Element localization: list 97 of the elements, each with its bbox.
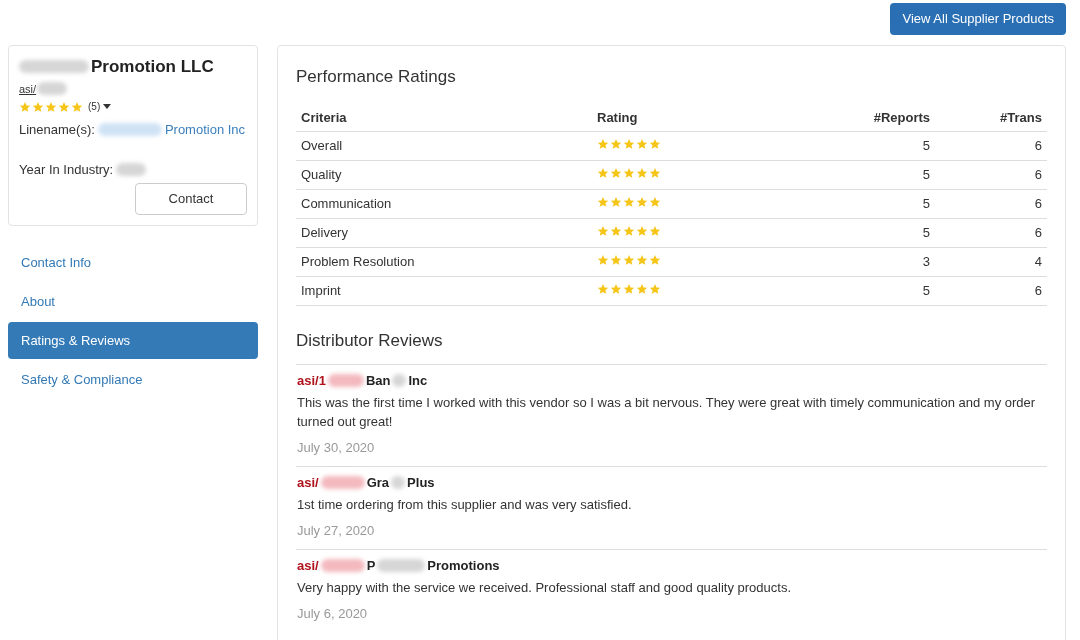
- star-icon: [623, 167, 635, 180]
- table-cell: 6: [935, 218, 1047, 248]
- table-cell: Problem Resolution: [296, 247, 592, 277]
- nav-item[interactable]: About: [8, 283, 258, 320]
- star-icon: [610, 196, 622, 209]
- reviewer-name: Plus: [407, 473, 435, 492]
- redaction-mark: [320, 558, 365, 572]
- star-icon: [19, 100, 31, 113]
- star-icon: [636, 138, 648, 151]
- table-cell: Overall: [296, 131, 592, 161]
- redaction-mark: [320, 475, 365, 489]
- table-cell: 6: [935, 160, 1047, 190]
- star-icon: [636, 225, 648, 238]
- star-icon: [623, 254, 635, 267]
- contact-button[interactable]: Contact: [135, 183, 247, 215]
- table-cell: 5: [792, 131, 936, 161]
- star-icon: [597, 196, 609, 209]
- star-icon: [610, 254, 622, 267]
- reviewer-id: asi/: [297, 556, 319, 575]
- review-count: (5): [88, 100, 101, 114]
- redaction-mark: [391, 475, 406, 489]
- redaction-mark: [37, 82, 68, 96]
- review-text: Very happy with the service we received. Professional staff and good quality products.: [297, 579, 793, 597]
- nav-item[interactable]: Safety & Compliance: [8, 361, 258, 398]
- star-icon: [636, 283, 648, 296]
- table-cell: 5: [792, 218, 936, 248]
- star-icon: [610, 225, 622, 238]
- star-icon: [649, 283, 661, 296]
- view-products-button[interactable]: View All Supplier Products: [890, 3, 1066, 35]
- table-cell: 5: [792, 189, 936, 219]
- nav-item[interactable]: Ratings & Reviews: [8, 322, 258, 359]
- reviewer-id: asi/1: [297, 371, 326, 390]
- review-date: July 30, 2020: [297, 439, 376, 457]
- table-cell: 3: [792, 247, 936, 277]
- star-icon: [597, 254, 609, 267]
- star-icon: [623, 138, 635, 151]
- review-text: This was the first time I worked with this vendor so I was a bit nervous. They were great with timely communication and my order turned out great!: [297, 394, 1037, 431]
- review-date: July 6, 2020: [297, 605, 369, 623]
- reviewer-name: Inc: [408, 371, 428, 390]
- table-cell: Quality: [296, 160, 592, 190]
- table-cell: 4: [935, 247, 1047, 277]
- star-icon: [623, 196, 635, 209]
- star-icon: [45, 100, 57, 113]
- supplier-name: Promotion LLC: [91, 56, 214, 78]
- reviewer-name: Ban: [365, 371, 391, 390]
- reviewer-name: P: [366, 556, 376, 575]
- table-cell: 6: [935, 276, 1047, 306]
- nav-item[interactable]: Contact Info: [8, 244, 258, 281]
- star-icon: [610, 283, 622, 296]
- table-cell: 6: [935, 189, 1047, 219]
- reviewer-id: asi/: [297, 473, 319, 492]
- table-cell: Communication: [296, 189, 592, 219]
- column-header: Criteria: [296, 103, 592, 132]
- table-cell: Imprint: [296, 276, 592, 306]
- star-icon: [649, 138, 661, 151]
- star-icon: [597, 283, 609, 296]
- star-icon: [636, 196, 648, 209]
- redaction-mark: [116, 162, 147, 176]
- star-icon: [636, 254, 648, 267]
- section-title: Performance Ratings: [296, 66, 457, 88]
- review-text: 1st time ordering from this supplier and was very satisfied.: [297, 496, 633, 514]
- star-icon: [597, 138, 609, 151]
- review-date: July 27, 2020: [297, 522, 376, 540]
- reviewer-name: Gra: [366, 473, 390, 492]
- redaction-mark: [392, 373, 407, 387]
- star-icon: [597, 167, 609, 180]
- star-icon: [597, 225, 609, 238]
- supplier-id-link[interactable]: asi/: [19, 80, 37, 97]
- star-icon: [623, 225, 635, 238]
- star-icon: [32, 100, 44, 113]
- table-cell: Delivery: [296, 218, 592, 248]
- table-cell: 5: [792, 160, 936, 190]
- redaction-mark: [97, 123, 162, 137]
- star-icon: [649, 254, 661, 267]
- column-header: #Trans: [935, 103, 1047, 132]
- star-icon: [649, 196, 661, 209]
- star-icon: [636, 167, 648, 180]
- star-icon: [649, 167, 661, 180]
- table-cell: 5: [792, 276, 936, 306]
- redaction-mark: [327, 373, 364, 387]
- section-title: Distributor Reviews: [296, 330, 444, 352]
- column-header: Rating: [592, 103, 792, 132]
- reviewer-name: Promotions: [427, 556, 500, 575]
- linename-label: Linename(s):: [19, 121, 95, 139]
- redaction-mark: [19, 60, 89, 74]
- column-header: #Reports: [792, 103, 936, 132]
- redaction-mark: [377, 558, 426, 572]
- star-icon: [58, 100, 70, 113]
- star-icon: [610, 138, 622, 151]
- star-icon: [623, 283, 635, 296]
- star-icon: [610, 167, 622, 180]
- year-label: Year In Industry:: [19, 160, 114, 179]
- caret-icon[interactable]: [103, 104, 112, 109]
- table-cell: 6: [935, 131, 1047, 161]
- linename-link[interactable]: Promotion Inc: [164, 120, 246, 140]
- star-icon: [71, 100, 83, 113]
- star-icon: [649, 225, 661, 238]
